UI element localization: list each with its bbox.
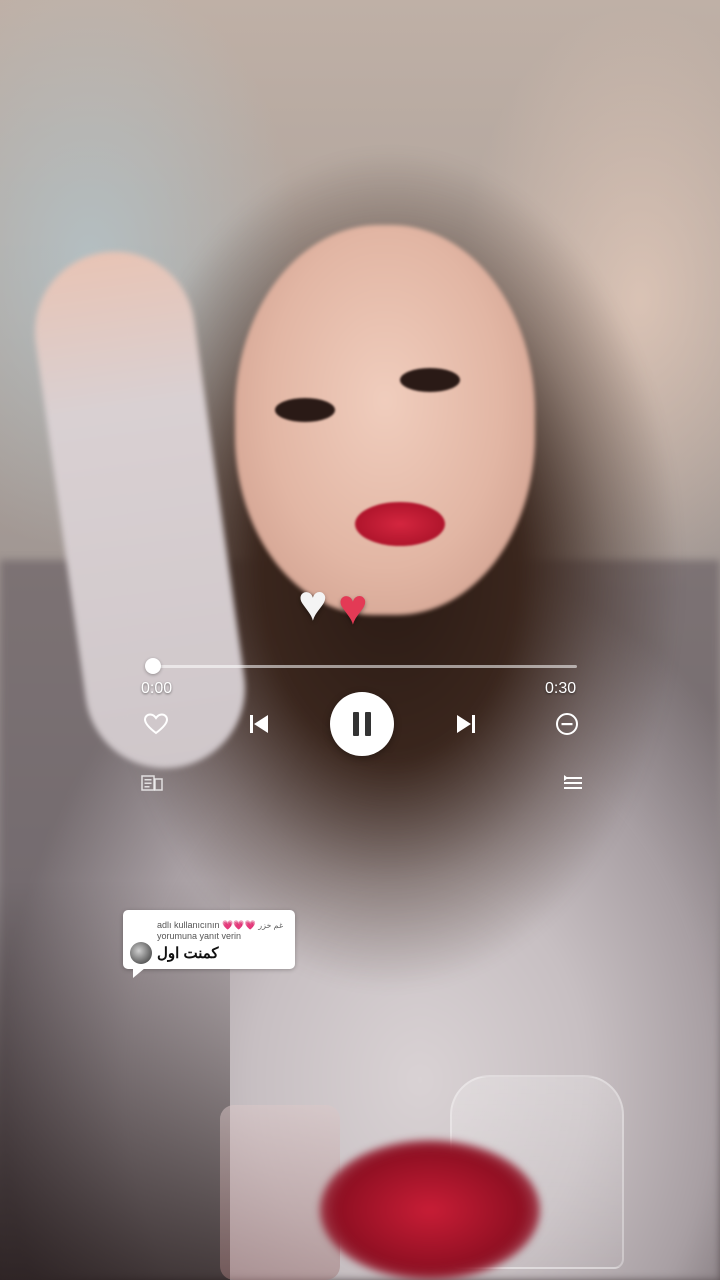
hearts-decoration: ♥ ♥ xyxy=(298,578,398,634)
elapsed-time: 0:00 xyxy=(141,680,173,697)
like-button[interactable] xyxy=(140,708,172,740)
background-photo xyxy=(0,0,720,1280)
skip-next-icon xyxy=(457,715,475,733)
background-face xyxy=(235,225,535,615)
comment-reply-label: yorumuna yanıt verin xyxy=(157,931,242,941)
comment-header: adlı kullanıcının 💗💗💗 غم خزر xyxy=(157,920,293,931)
lyrics-icon xyxy=(141,775,163,791)
background-rose xyxy=(320,1140,540,1280)
background-eye-right xyxy=(400,368,460,392)
play-pause-button[interactable] xyxy=(330,692,394,756)
minus-circle-icon xyxy=(556,713,578,735)
progress-thumb[interactable] xyxy=(145,658,161,674)
comment-text: كمنت اول xyxy=(157,945,219,962)
heart-outline-icon xyxy=(143,713,169,735)
total-time: 0:30 xyxy=(545,680,577,697)
avatar xyxy=(130,942,152,964)
remove-button[interactable] xyxy=(551,708,583,740)
progress-bar[interactable] xyxy=(145,658,577,674)
comment-username: غم خزر xyxy=(258,921,284,930)
comment-prefix: adlı kullanıcının xyxy=(157,920,220,930)
lyrics-button[interactable] xyxy=(137,768,167,798)
comment-reply-bubble[interactable]: adlı kullanıcının 💗💗💗 غم خزر yorumuna ya… xyxy=(123,910,295,978)
white-heart-icon: ♥ xyxy=(298,575,328,631)
background-eye-left xyxy=(275,398,335,422)
background-lips xyxy=(355,502,445,546)
red-heart-icon: ♥ xyxy=(338,579,368,635)
queue-list-icon xyxy=(564,775,582,789)
comment-hearts: 💗💗💗 xyxy=(222,920,256,930)
queue-button[interactable] xyxy=(558,768,588,798)
previous-button[interactable] xyxy=(243,708,275,740)
pause-icon xyxy=(353,712,371,736)
skip-previous-icon xyxy=(250,715,268,733)
next-button[interactable] xyxy=(450,708,482,740)
background-jar xyxy=(220,1105,340,1280)
